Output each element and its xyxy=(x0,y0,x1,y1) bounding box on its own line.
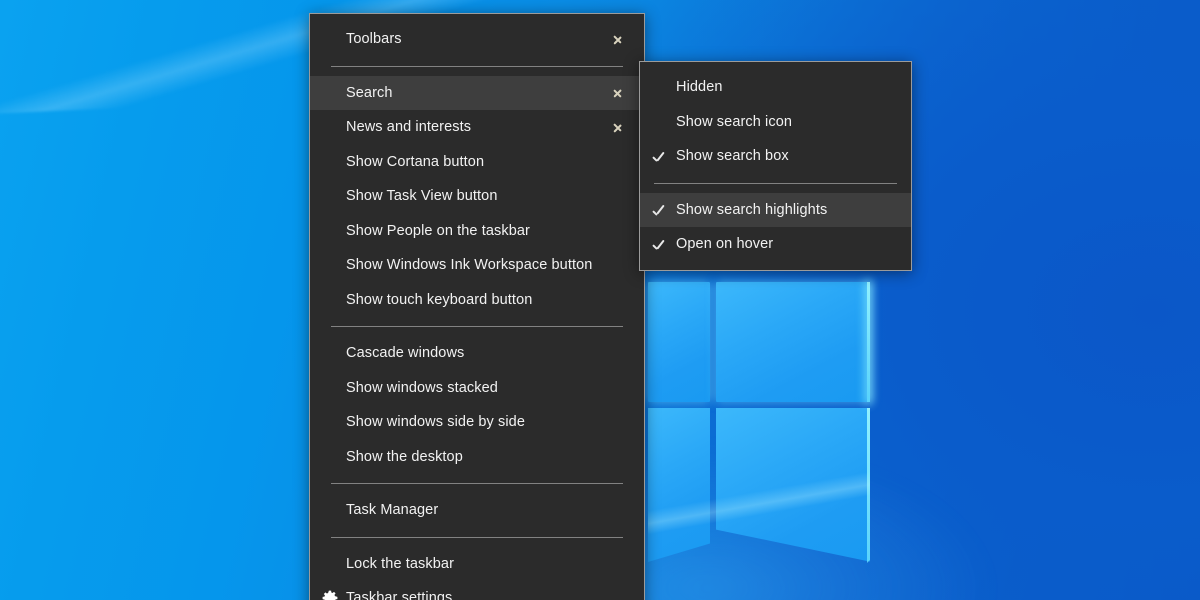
submenu-item-label: Open on hover xyxy=(676,237,893,252)
submenu-item-label: Hidden xyxy=(676,80,893,95)
menu-item-label: News and interests xyxy=(346,120,602,135)
menu-item-taskbar-settings[interactable]: Taskbar settings xyxy=(310,581,644,600)
menu-item-search[interactable]: Search xyxy=(310,76,644,111)
search-submenu[interactable]: Hidden Show search icon Show search box … xyxy=(639,61,912,271)
menu-separator xyxy=(331,326,623,327)
check-icon xyxy=(652,237,667,252)
menu-item-label: Taskbar settings xyxy=(346,591,626,600)
logo-pane-bottom-left xyxy=(648,408,710,562)
menu-item-label: Cascade windows xyxy=(346,346,626,361)
taskbar-context-menu[interactable]: Toolbars Search News and interests Show … xyxy=(309,13,645,600)
menu-item-show-windows-ink-workspace-button[interactable]: Show Windows Ink Workspace button xyxy=(310,248,644,283)
submenu-item-label: Show search box xyxy=(676,149,893,164)
menu-item-show-task-view-button[interactable]: Show Task View button xyxy=(310,179,644,214)
menu-separator xyxy=(331,66,623,67)
submenu-item-open-on-hover[interactable]: Open on hover xyxy=(640,227,911,262)
menu-item-show-windows-stacked[interactable]: Show windows stacked xyxy=(310,371,644,406)
menu-item-show-cortana-button[interactable]: Show Cortana button xyxy=(310,145,644,180)
menu-item-show-windows-side-by-side[interactable]: Show windows side by side xyxy=(310,405,644,440)
logo-edge-glow-bottom xyxy=(867,408,870,563)
menu-item-label: Show the desktop xyxy=(346,450,626,465)
menu-item-news-and-interests[interactable]: News and interests xyxy=(310,110,644,145)
desktop: Toolbars Search News and interests Show … xyxy=(0,0,1200,600)
check-icon xyxy=(652,149,667,164)
menu-separator xyxy=(331,483,623,484)
menu-item-show-people-on-the-taskbar[interactable]: Show People on the taskbar xyxy=(310,214,644,249)
logo-pane-top-right xyxy=(716,282,870,402)
menu-item-task-manager[interactable]: Task Manager xyxy=(310,493,644,528)
logo-edge-glow-top xyxy=(867,282,870,402)
menu-item-label: Show windows side by side xyxy=(346,415,626,430)
submenu-item-show-search-box[interactable]: Show search box xyxy=(640,139,911,174)
submenu-item-show-search-highlights[interactable]: Show search highlights xyxy=(640,193,911,228)
menu-item-label: Show touch keyboard button xyxy=(346,293,626,308)
menu-item-lock-the-taskbar[interactable]: Lock the taskbar xyxy=(310,547,644,582)
menu-item-show-the-desktop[interactable]: Show the desktop xyxy=(310,440,644,475)
menu-separator xyxy=(331,537,623,538)
gear-icon xyxy=(322,590,338,600)
menu-item-label: Lock the taskbar xyxy=(346,557,626,572)
menu-item-toolbars[interactable]: Toolbars xyxy=(310,22,644,57)
chevron-right-icon xyxy=(612,85,626,101)
check-icon xyxy=(652,203,667,218)
chevron-right-icon xyxy=(612,31,626,47)
menu-item-label: Task Manager xyxy=(346,503,626,518)
menu-item-label: Show Windows Ink Workspace button xyxy=(346,258,626,273)
menu-item-label: Show Cortana button xyxy=(346,155,626,170)
menu-item-label: Show People on the taskbar xyxy=(346,224,626,239)
submenu-item-label: Show search icon xyxy=(676,115,893,130)
submenu-item-hidden[interactable]: Hidden xyxy=(640,70,911,105)
menu-item-label: Search xyxy=(346,86,602,101)
logo-pane-bottom-right xyxy=(716,408,870,568)
windows-logo-wallpaper xyxy=(648,282,870,562)
menu-item-show-touch-keyboard-button[interactable]: Show touch keyboard button xyxy=(310,283,644,318)
logo-pane-top-left xyxy=(648,282,710,402)
submenu-item-show-search-icon[interactable]: Show search icon xyxy=(640,105,911,140)
menu-item-label: Show windows stacked xyxy=(346,381,626,396)
submenu-separator xyxy=(654,183,897,184)
menu-item-label: Toolbars xyxy=(346,32,602,47)
chevron-right-icon xyxy=(612,119,626,135)
menu-item-cascade-windows[interactable]: Cascade windows xyxy=(310,336,644,371)
menu-item-label: Show Task View button xyxy=(346,189,626,204)
submenu-item-label: Show search highlights xyxy=(676,203,893,218)
